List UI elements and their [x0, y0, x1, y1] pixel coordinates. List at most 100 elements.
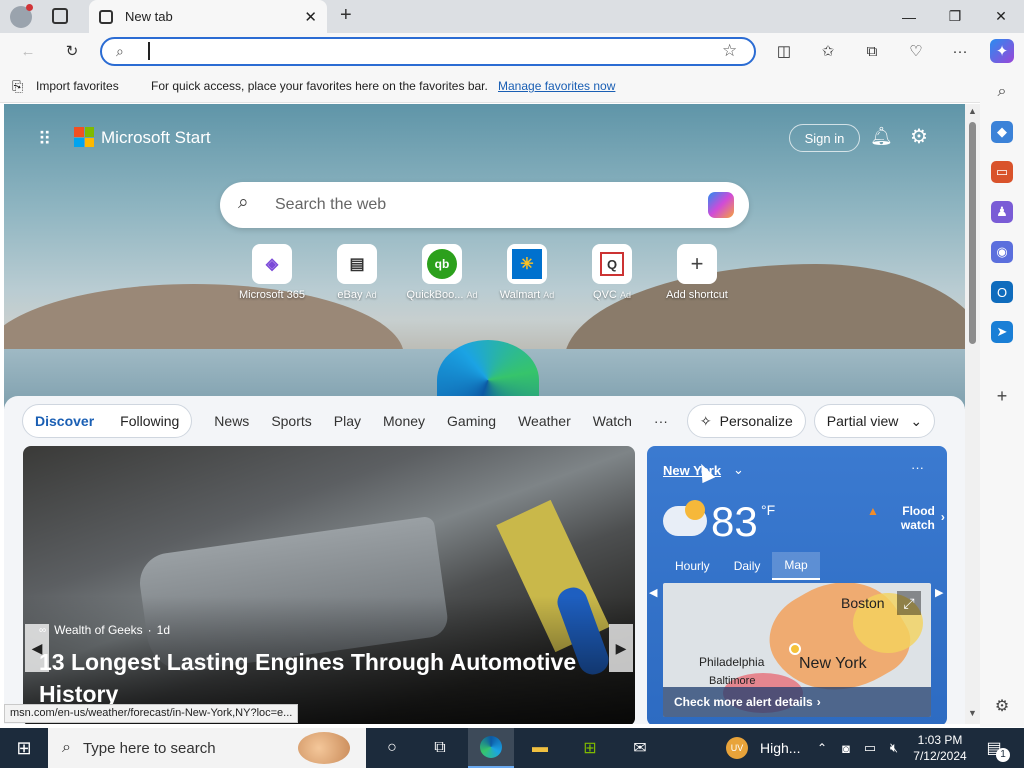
nav-news[interactable]: News — [214, 413, 249, 429]
new-tab-button[interactable]: + — [340, 4, 352, 27]
tab-new-tab[interactable]: New tab ✕ — [89, 0, 327, 33]
source-name: Wealth of Geeks — [54, 623, 143, 637]
taskbar-clock[interactable]: 1:03 PM 7/12/2024 — [908, 732, 972, 764]
map-next-arrow-icon[interactable]: ▶ — [935, 586, 943, 599]
taskbar-search-box[interactable]: ⌕ Type here to search — [48, 728, 366, 768]
map-label-philadelphia: Philadelphia — [699, 655, 765, 669]
tab-following[interactable]: Following — [120, 413, 179, 429]
tab-discover[interactable]: Discover — [35, 413, 94, 429]
favorite-star-icon[interactable]: ☆ — [722, 41, 737, 61]
article-title[interactable]: 13 Longest Lasting Engines Through Autom… — [39, 646, 599, 710]
sign-in-button[interactable]: Sign in — [789, 124, 860, 152]
network-icon[interactable]: ▭ — [860, 728, 880, 768]
show-hidden-icons-chevron[interactable]: ⌃ — [812, 728, 832, 768]
web-search-box[interactable]: ⌕ Search the web — [220, 182, 749, 228]
add-shortcut-button[interactable]: + Add shortcut — [655, 244, 739, 301]
weather-card: New York ⌄ ··· 83 °F ▲ Flood watch › Hou… — [647, 446, 947, 724]
tools-briefcase-icon[interactable]: ▭ — [991, 161, 1013, 183]
temperature-unit: °F — [761, 502, 776, 518]
nav-money[interactable]: Money — [383, 413, 425, 429]
drop-send-icon[interactable]: ➤ — [991, 321, 1013, 343]
nav-weather[interactable]: Weather — [518, 413, 571, 429]
notifications-bell-icon[interactable]: 🔔︎ — [870, 126, 893, 147]
brand-title[interactable]: Microsoft Start — [101, 128, 211, 148]
microsoft-store-icon[interactable]: ⊞ — [570, 728, 610, 768]
tab-hourly[interactable]: Hourly — [663, 553, 722, 579]
shortcut-microsoft-365[interactable]: ◈ Microsoft 365 — [230, 244, 314, 301]
close-tab-icon[interactable]: ✕ — [304, 8, 317, 26]
shortcut-quickbooks[interactable]: qb QuickBoo... Ad — [400, 244, 484, 301]
scroll-thumb[interactable] — [969, 122, 976, 344]
search-icon: ⌕ — [238, 192, 249, 213]
mail-icon[interactable]: ✉ — [620, 728, 660, 768]
games-icon[interactable]: ♟ — [991, 201, 1013, 223]
nav-gaming[interactable]: Gaming — [447, 413, 496, 429]
microsoft-365-sidebar-icon[interactable]: ◉ — [991, 241, 1013, 263]
sidebar-add-icon[interactable]: + — [991, 385, 1013, 407]
copilot-icon[interactable]: ✦ — [990, 39, 1014, 63]
flood-watch-alert[interactable]: ▲ Flood watch › — [867, 504, 945, 532]
msn-new-tab-page: ⠿ Microsoft Start Sign in 🔔︎ ⚙ ⌕ Search … — [4, 104, 965, 724]
volume-muted-icon[interactable]: 🔇︎ — [884, 728, 904, 768]
collections-icon[interactable]: ⧉ — [860, 39, 884, 63]
nav-play[interactable]: Play — [334, 413, 361, 429]
minimize-button[interactable]: — — [886, 0, 932, 33]
weather-map[interactable]: Boston Philadelphia Baltimore New York ⤢… — [663, 583, 931, 717]
alert-details-link[interactable]: Check more alert details › — [663, 687, 931, 717]
file-explorer-icon[interactable]: ▬ — [520, 728, 560, 768]
sidebar-search-icon[interactable]: ⌕ — [991, 81, 1013, 103]
edge-taskbar-icon[interactable] — [468, 728, 514, 768]
hero-background: ⠿ Microsoft Start Sign in 🔔︎ ⚙ ⌕ Search … — [4, 104, 965, 420]
tab-actions-icon[interactable] — [52, 8, 68, 24]
source-logo-icon: ∞ — [39, 624, 47, 636]
split-screen-icon[interactable]: ◫ — [772, 39, 796, 63]
featured-article-card[interactable]: ◀ ▶ ∞ Wealth of Geeks · 1d 13 Longest La… — [23, 446, 635, 724]
back-icon[interactable]: ← — [16, 39, 40, 63]
search-icon: ⌕ — [62, 739, 71, 756]
weather-more-icon[interactable]: ··· — [911, 460, 924, 475]
scroll-up-icon[interactable]: ▲ — [968, 106, 977, 116]
close-window-button[interactable]: ✕ — [978, 0, 1024, 33]
article-age: 1d — [156, 623, 170, 637]
more-menu-icon[interactable]: ··· — [948, 39, 972, 63]
nav-more-icon[interactable]: ··· — [654, 413, 668, 429]
windows-start-icon[interactable]: ⊞ — [6, 728, 42, 768]
clock-time: 1:03 PM — [917, 733, 963, 747]
temperature: 83 — [711, 498, 758, 545]
map-prev-arrow-icon[interactable]: ◀ — [649, 586, 657, 599]
copilot-search-icon[interactable] — [708, 192, 734, 218]
quickbooks-icon: qb — [422, 244, 462, 284]
shortcut-walmart[interactable]: ✳ Walmart Ad — [485, 244, 569, 301]
meet-now-icon[interactable]: ◙ — [836, 728, 856, 768]
app-launcher-icon[interactable]: ⠿ — [38, 129, 51, 150]
nav-watch[interactable]: Watch — [593, 413, 632, 429]
shortcut-qvc[interactable]: Q QVC Ad — [570, 244, 654, 301]
import-favorites-link[interactable]: Import favorites — [36, 79, 119, 93]
search-placeholder: Search the web — [275, 196, 387, 213]
manage-favorites-link[interactable]: Manage favorites now — [498, 79, 615, 93]
refresh-icon[interactable]: ↻ — [60, 39, 84, 63]
sidebar-settings-icon[interactable]: ⚙ — [991, 695, 1013, 717]
partial-view-dropdown[interactable]: Partial view ⌄ — [813, 404, 936, 438]
browser-essentials-icon[interactable]: ♡ — [904, 39, 928, 63]
address-bar[interactable]: ⌕ ☆ — [100, 37, 756, 66]
next-arrow-icon[interactable]: ▶ — [609, 624, 633, 672]
outlook-icon[interactable]: O — [991, 281, 1013, 303]
page-scrollbar[interactable]: ▲ ▼ — [965, 104, 980, 724]
favorites-icon[interactable]: ✩ — [816, 39, 840, 63]
cortana-icon[interactable]: ○ — [376, 728, 408, 768]
tab-map[interactable]: Map — [772, 552, 820, 580]
scroll-down-icon[interactable]: ▼ — [968, 708, 977, 718]
search-icon: ⌕ — [116, 43, 124, 59]
settings-gear-icon[interactable]: ⚙ — [910, 124, 928, 149]
tab-daily[interactable]: Daily — [722, 553, 773, 579]
shortcut-ebay[interactable]: ▤ eBay Ad — [315, 244, 399, 301]
nav-sports[interactable]: Sports — [271, 413, 311, 429]
restore-button[interactable]: ❐ — [932, 0, 978, 33]
personalize-label: Personalize — [719, 413, 793, 429]
windows-taskbar: ⊞ ⌕ Type here to search ○ ⧉ ▬ ⊞ ✉ UV Hig… — [0, 728, 1024, 768]
personalize-button[interactable]: ✧ Personalize — [686, 404, 806, 438]
task-view-icon[interactable]: ⧉ — [424, 728, 456, 768]
expand-map-icon[interactable]: ⤢ — [897, 591, 921, 615]
shopping-tag-icon[interactable]: ◆ — [991, 121, 1013, 143]
